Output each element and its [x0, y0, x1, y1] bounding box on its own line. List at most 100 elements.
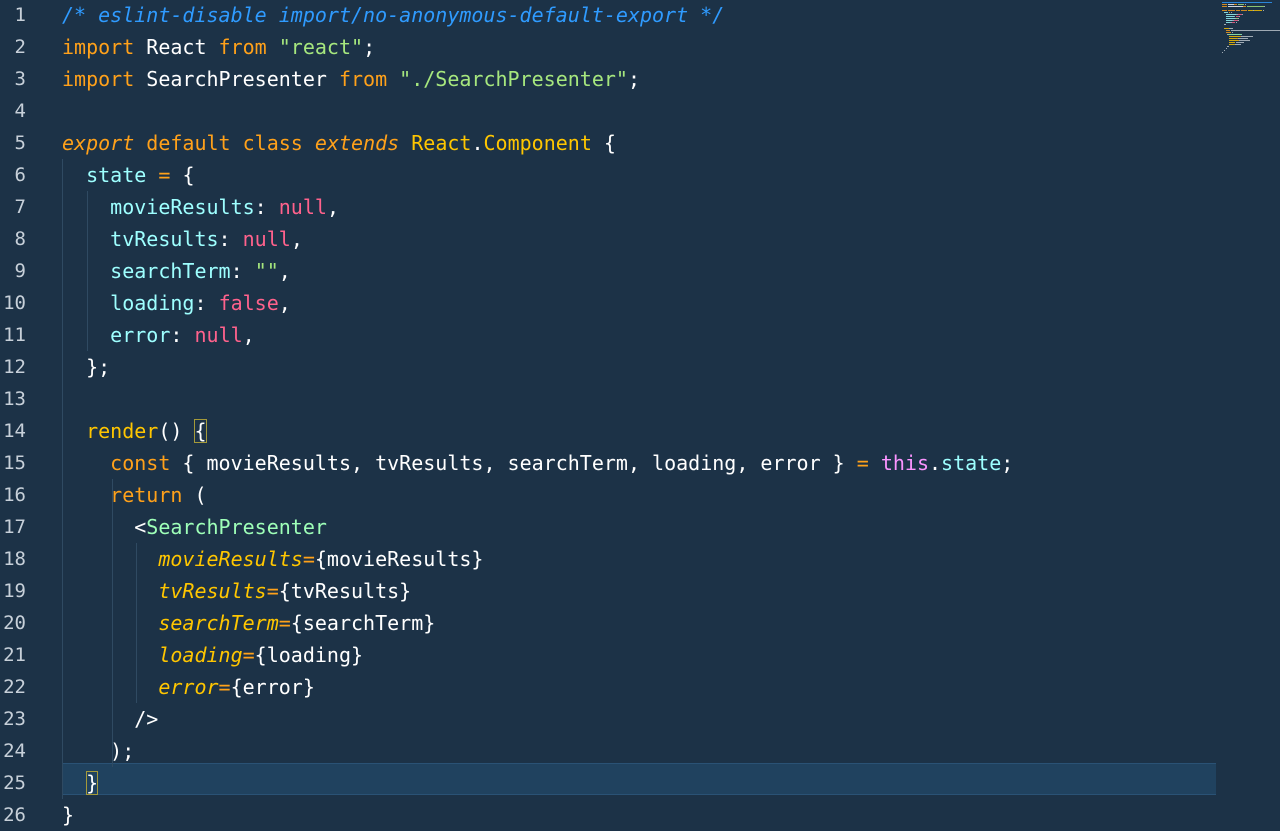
line-number: 6: [14, 164, 26, 186]
code-token: /* eslint-disable import/no-anonymous-de…: [62, 3, 725, 27]
minimap-stroke: [1236, 42, 1245, 43]
code-token: ;: [363, 35, 376, 59]
minimap-stroke: [1234, 44, 1241, 45]
minimap-stroke: [1228, 34, 1242, 35]
code-token: return: [110, 483, 183, 507]
code-line[interactable]: movieResults: null,: [62, 191, 339, 223]
code-line[interactable]: };: [62, 351, 110, 383]
code-token: movieResults: [158, 547, 303, 571]
code-token: {tvResults}: [278, 579, 412, 603]
line-number: 2: [14, 36, 26, 58]
code-line[interactable]: loading={loading}: [62, 639, 363, 671]
minimap-stroke: [1240, 36, 1254, 37]
minimap-stroke: [1247, 6, 1265, 7]
code-line[interactable]: searchTerm: "",: [62, 255, 291, 287]
code-token: {error}: [230, 675, 315, 699]
code-token: class: [242, 131, 303, 155]
line-number: 1: [14, 4, 26, 26]
code-token: (): [158, 419, 195, 443]
code-token: }: [62, 803, 75, 827]
code-token: :: [194, 291, 219, 315]
code-area[interactable]: /* eslint-disable import/no-anonymous-de…: [62, 0, 1216, 827]
code-line[interactable]: /* eslint-disable import/no-anonymous-de…: [62, 0, 724, 31]
code-token: false: [218, 291, 279, 315]
code-token: =: [158, 163, 171, 187]
code-token: {searchTerm}: [290, 611, 436, 635]
code-line[interactable]: export default class extends React.Compo…: [62, 127, 616, 159]
minimap-stroke: [1225, 14, 1237, 15]
code-editor[interactable]: 1 2 3 4 5 6 7 8 9 10 11 12 13 14 15 16 17 18 19 20 21 22 23 24 2…: [0, 0, 1280, 827]
code-line[interactable]: <SearchPresenter: [62, 511, 327, 543]
line-number: 24: [3, 740, 26, 762]
code-line[interactable]: error={error}: [62, 671, 315, 703]
code-line[interactable]: />: [62, 703, 158, 735]
code-line[interactable]: }: [62, 799, 74, 831]
code-token: ,: [278, 291, 291, 315]
code-token: />: [62, 707, 159, 731]
code-token: ;: [627, 67, 640, 91]
code-line[interactable]: );: [62, 735, 134, 767]
code-token: from: [338, 67, 388, 91]
line-number: 5: [14, 132, 26, 154]
code-line[interactable]: searchTerm={searchTerm}: [62, 607, 435, 639]
code-token: ;: [1001, 451, 1014, 475]
minimap-stroke: [1262, 10, 1264, 11]
minimap-stroke: [1264, 6, 1266, 7]
code-line[interactable]: const { movieResults, tvResults, searchT…: [62, 447, 1013, 479]
code-token: (: [182, 483, 207, 507]
line-number: 17: [3, 516, 26, 538]
minimap-stroke: [1222, 10, 1228, 11]
code-token: null: [242, 227, 291, 251]
line-number: 11: [3, 324, 26, 346]
code-token: error: [110, 323, 171, 347]
code-token: tvResults: [158, 579, 267, 603]
code-token: :: [230, 259, 255, 283]
code-token: ,: [326, 195, 339, 219]
code-line[interactable]: movieResults={movieResults}: [62, 543, 483, 575]
minimap-stroke: [1222, 2, 1272, 3]
code-line[interactable]: import SearchPresenter from "./SearchPre…: [62, 63, 640, 95]
code-token: <: [62, 515, 147, 539]
line-number: 4: [14, 100, 26, 122]
matched-bracket: {: [194, 419, 207, 443]
line-number: 26: [3, 804, 26, 826]
code-token: state: [86, 163, 147, 187]
code-token: { movieResults, tvResults, searchTerm, l…: [170, 451, 857, 475]
code-line[interactable]: import React from "react";: [62, 31, 375, 63]
code-token: const: [110, 451, 171, 475]
code-token: React: [411, 131, 472, 155]
minimap-stroke: [1228, 6, 1243, 7]
code-line[interactable]: error: null,: [62, 319, 255, 351]
code-token: from: [218, 35, 267, 59]
minimap-stroke: [1223, 24, 1226, 25]
code-line[interactable]: tvResults: null,: [62, 223, 303, 255]
minimap-stroke: [1223, 50, 1225, 51]
minimap-stroke: [1227, 46, 1230, 47]
minimap-stroke: [1253, 10, 1262, 11]
code-line[interactable]: render() {: [62, 415, 207, 447]
code-token: {: [170, 163, 195, 187]
code-line[interactable]: loading: false,: [62, 287, 291, 319]
code-line[interactable]: tvResults={tvResults}: [62, 575, 411, 607]
code-token: loading: [158, 643, 243, 667]
minimap-stroke: [1244, 4, 1246, 5]
line-number: 18: [3, 548, 26, 570]
code-line[interactable]: }: [62, 767, 99, 799]
minimap[interactable]: [1222, 0, 1280, 60]
code-line[interactable]: state = {: [62, 159, 195, 191]
minimap-stroke: [1225, 30, 1231, 31]
code-token: SearchPresenter: [134, 67, 339, 91]
code-line[interactable]: return (: [62, 479, 207, 511]
